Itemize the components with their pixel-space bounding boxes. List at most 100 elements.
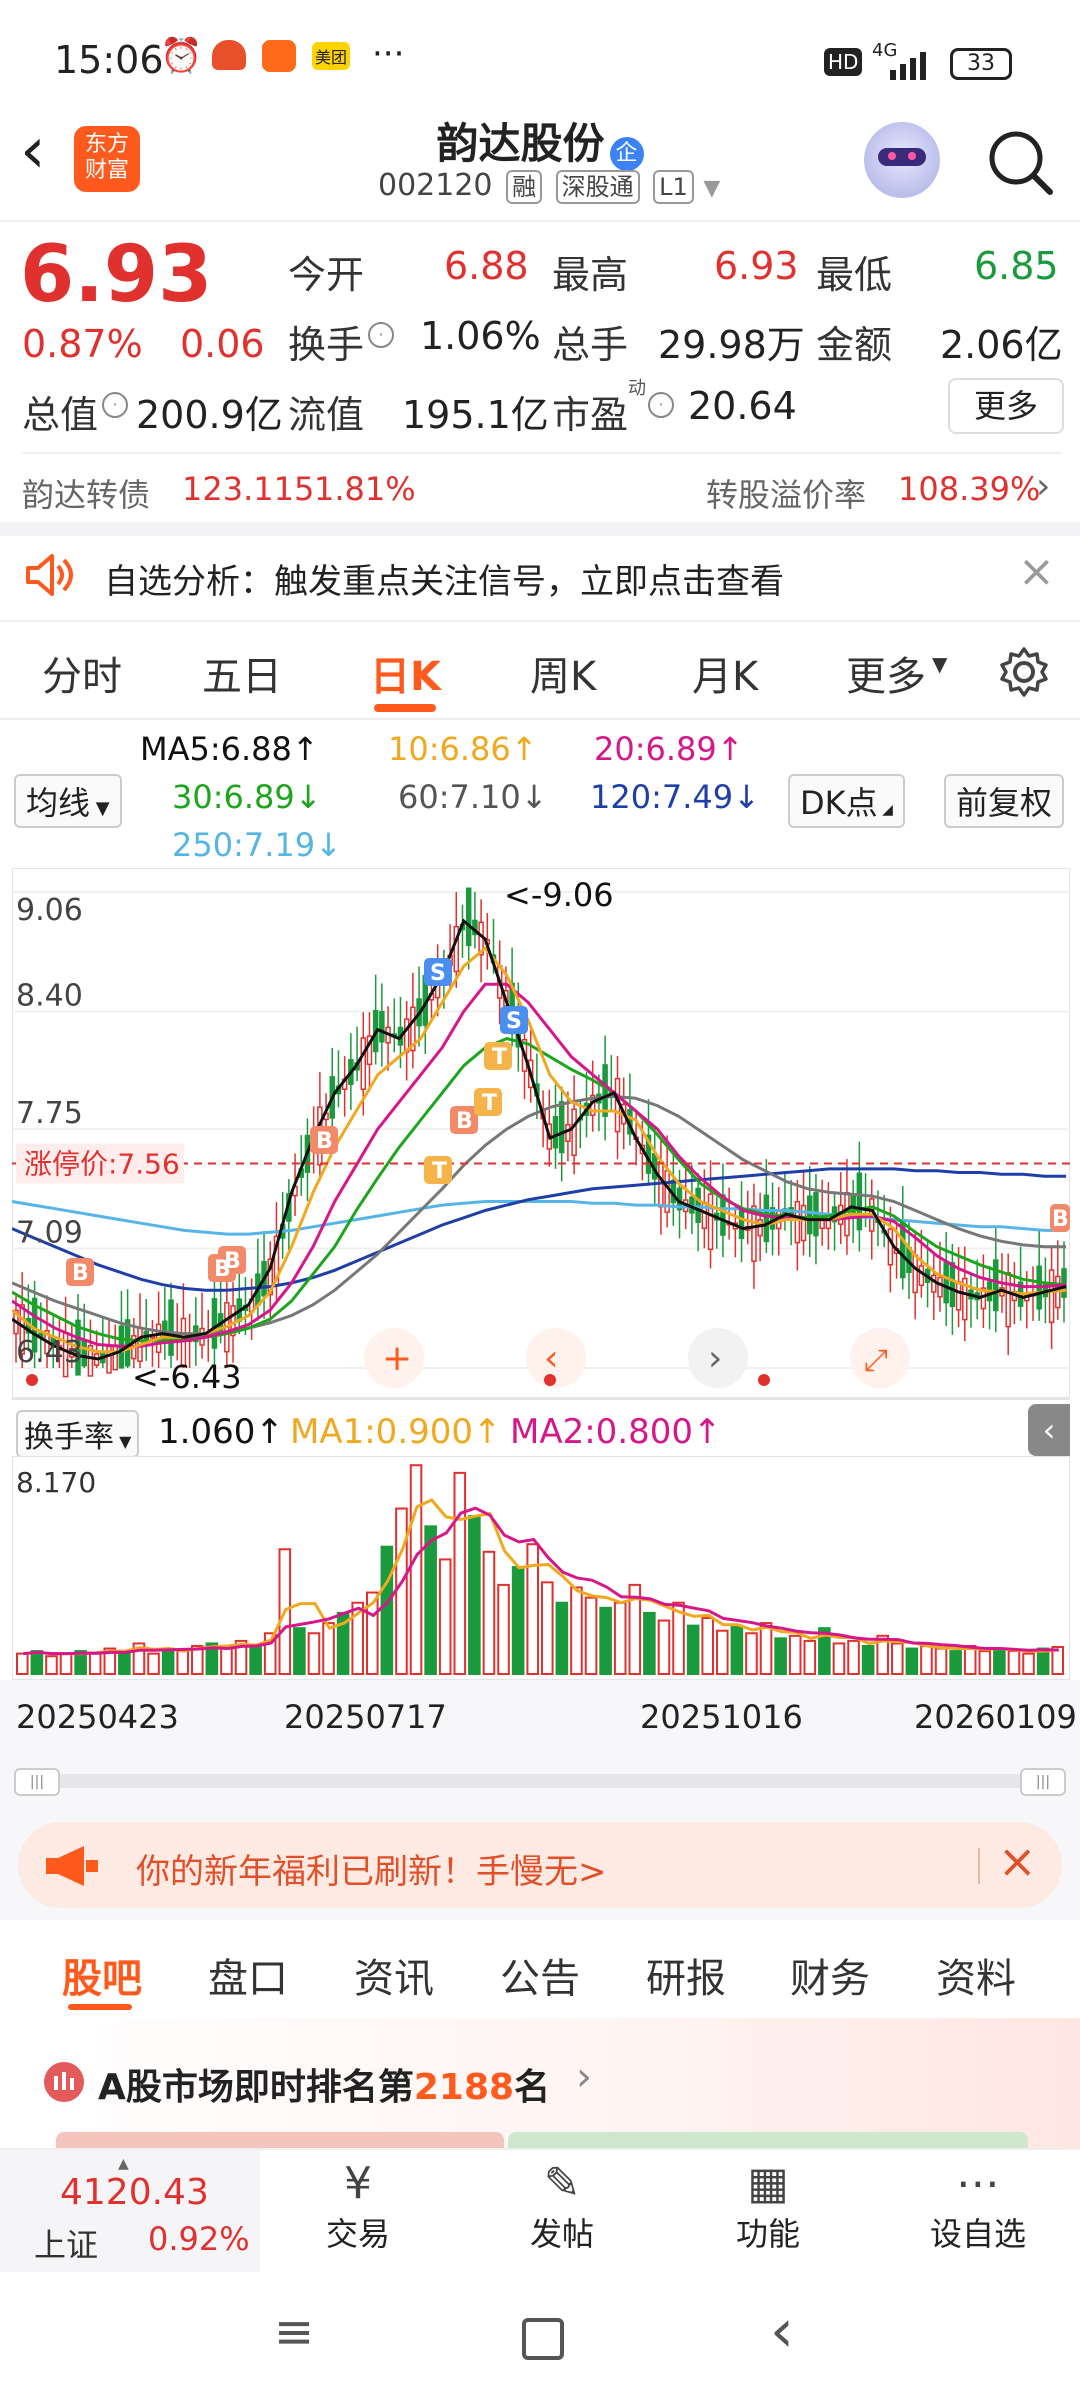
icon-bar [70, 2078, 74, 2090]
yen-circle-icon: ¥ [344, 2158, 372, 2209]
tab-five-day[interactable]: 五日 [202, 644, 282, 702]
content-tabs: 股吧 盘口 资讯 公告 研报 财务 资料 [0, 1920, 1080, 2020]
trade-button[interactable]: ¥ 交易 [296, 2158, 420, 2255]
index-ticker[interactable]: ▲ 4120.43 上证 0.92% [0, 2150, 260, 2274]
turnover-bar [45, 1655, 58, 1675]
turnover-bar [220, 1647, 233, 1675]
meituan-icon: 美团 [312, 42, 351, 70]
chevron-left-icon: ‹ [544, 1338, 558, 1379]
corner-arrow-icon: ◢ [877, 802, 893, 818]
turnover-bar [774, 1637, 787, 1675]
analysis-notice[interactable]: 自选分析：触发重点关注信号，立即点击查看 × [0, 536, 1080, 616]
tab-daily-k[interactable]: 日K [370, 644, 441, 702]
tab-more[interactable]: 更多 [846, 644, 926, 702]
assistant-robot-icon[interactable] [864, 122, 940, 198]
menu-icon[interactable]: ≡ [274, 2304, 314, 2360]
info-icon[interactable]: · [648, 392, 674, 418]
range-handle-left[interactable]: ||| [14, 1768, 60, 1796]
tab-monthly-k[interactable]: 月K [692, 644, 758, 702]
turnover-bar [847, 1639, 860, 1675]
range-track [16, 1774, 1062, 1788]
function-button[interactable]: ▦ 功能 [706, 2158, 830, 2255]
turnover-bar [891, 1642, 904, 1675]
tab-intraday[interactable]: 分时 [42, 644, 122, 702]
add-watchlist-button[interactable]: ⋯ 设自选 [916, 2158, 1040, 2255]
turnover-bar [395, 1507, 408, 1675]
logo-text-1: 东方 [84, 132, 129, 157]
info-icon[interactable]: · [102, 392, 128, 418]
index-name: 上证 [34, 2226, 99, 2264]
amount-label: 金额 [816, 323, 893, 367]
turnover-bar [511, 1566, 525, 1675]
more-notifications-icon: ··· [372, 34, 405, 74]
indicator-select[interactable]: 均线 ▼ [14, 774, 122, 828]
tab-orderbook[interactable]: 盘口 [208, 1946, 288, 2004]
promo-banner[interactable]: 你的新年福利已刷新！手慢无> × [18, 1822, 1062, 1908]
event-dot[interactable] [26, 1374, 38, 1386]
max-price-label: <-9.06 [504, 876, 614, 914]
ranking-card[interactable]: A股市场即时排名第2188名 › [0, 2018, 1080, 2148]
turnover-bar [949, 1650, 962, 1675]
tab-forum[interactable]: 股吧 [62, 1946, 142, 2004]
dk-point-label: DK点 [800, 784, 878, 822]
tab-research[interactable]: 研报 [646, 1946, 726, 2004]
y-tick-label: 9.06 [16, 893, 83, 928]
stock-code-row[interactable]: 002120 融 深股通 L1 ▼ [378, 168, 720, 204]
ranking-number: 2188 [413, 2067, 515, 2108]
date-label: 20251016 [640, 1698, 803, 1736]
ma20-label: 20:6.89↑ [594, 730, 744, 768]
svg-text:T: T [492, 1045, 507, 1070]
gear-icon[interactable] [998, 646, 1050, 698]
event-dot[interactable] [758, 1374, 770, 1386]
adjust-button[interactable]: 前复权 [944, 774, 1065, 828]
promo-text: 你的新年福利已刷新！手慢无> [136, 1852, 607, 1892]
function-label: 功能 [735, 2215, 800, 2253]
tab-profile[interactable]: 资料 [936, 1946, 1016, 2004]
open-label: 今开 [288, 253, 365, 297]
home-icon[interactable] [522, 2318, 564, 2360]
svg-text:B: B [214, 1257, 231, 1282]
candle-body [931, 1274, 937, 1293]
back-icon[interactable]: ‹ [20, 116, 46, 186]
index-percent: 0.92% [148, 2220, 250, 2258]
post-button[interactable]: ✎ 发帖 [500, 2158, 624, 2255]
chevron-down-icon: ▼ [114, 1432, 132, 1451]
turnover-bar [584, 1596, 598, 1676]
search-icon[interactable] [984, 126, 1056, 198]
app-logo[interactable]: 东方 财富 [74, 126, 140, 192]
candle-body [949, 1262, 956, 1308]
tag-connect: 深股通 [555, 170, 640, 204]
tab-weekly-k[interactable]: 周K [530, 644, 596, 702]
turnover-bar [832, 1642, 846, 1675]
megaphone-icon [46, 1846, 98, 1886]
back-nav-icon[interactable]: ‹ [770, 2296, 794, 2366]
turnover-bar [745, 1632, 758, 1676]
info-icon[interactable]: · [368, 322, 394, 348]
candle-body [571, 1108, 577, 1157]
more-button[interactable]: 更多 [948, 378, 1064, 434]
close-icon[interactable]: × [998, 1834, 1037, 1888]
turnover-select[interactable]: 换手率 ▼ [16, 1410, 140, 1458]
chevron-right-icon: › [1036, 466, 1051, 507]
side-panel-toggle[interactable]: ‹ [1028, 1404, 1070, 1456]
range-handle-right[interactable]: ||| [1020, 1768, 1066, 1796]
post-label: 发帖 [529, 2215, 594, 2253]
tab-finance[interactable]: 财务 [790, 1946, 870, 2004]
trade-label: 交易 [325, 2215, 390, 2253]
convertible-bond-row[interactable]: 韵达转债 123.115 1.81% 转股溢价率 108.39% › [0, 456, 1080, 522]
date-label: 20250423 [16, 1698, 179, 1736]
turnover-bar [570, 1586, 583, 1675]
logo-text-2: 财富 [84, 158, 129, 183]
tab-news[interactable]: 资讯 [354, 1946, 434, 2004]
event-dot[interactable] [544, 1374, 556, 1386]
candle-body [124, 1319, 131, 1367]
ma250-label: 250:7.19↓ [172, 826, 342, 864]
ma30-label: 30:6.89↓ [172, 778, 322, 816]
ranking-progress-left [56, 2132, 504, 2148]
range-slider[interactable]: ||| ||| [0, 1750, 1080, 1810]
tab-announcements[interactable]: 公告 [500, 1946, 580, 2004]
hd-icon: HD [824, 48, 863, 76]
close-icon[interactable]: × [1018, 546, 1055, 597]
dk-point-button[interactable]: DK点 ◢ [788, 774, 905, 828]
kline-chart[interactable]: 9.06 8.40 7.75 7.09 6.43 涨停价:7.56 <-9.06 <-6… [12, 868, 1070, 1398]
